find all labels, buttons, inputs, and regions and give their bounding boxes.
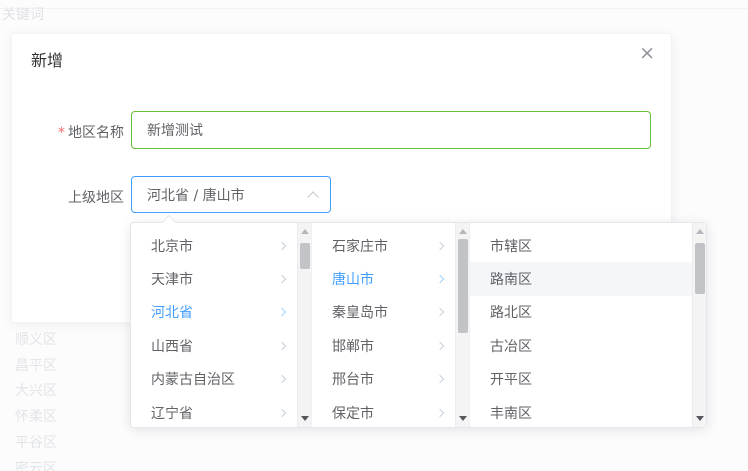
cascader-option[interactable]: 保定市 xyxy=(312,396,455,429)
cascader-option-label: 秦皇岛市 xyxy=(332,302,431,322)
scroll-up-arrow-icon[interactable] xyxy=(459,229,467,234)
chevron-right-icon xyxy=(436,375,444,383)
cascader-option[interactable]: 辽宁省 xyxy=(131,396,297,429)
cascader-option-label: 保定市 xyxy=(332,403,431,423)
cascader-option-label: 石家庄市 xyxy=(332,236,431,256)
cascader-option-label: 丰南区 xyxy=(490,403,680,423)
scroll-down-arrow-icon[interactable] xyxy=(696,416,704,421)
cascader-option[interactable]: 北京市 xyxy=(131,229,297,262)
chevron-right-icon xyxy=(278,375,286,383)
background-region-row: 怀柔区 xyxy=(15,406,57,426)
scroll-down-arrow-icon[interactable] xyxy=(301,416,309,421)
region-name-label-text: 地区名称 xyxy=(68,125,124,141)
scrollbar-track[interactable] xyxy=(297,223,311,427)
scroll-up-arrow-icon[interactable] xyxy=(301,229,309,234)
cascader-menu-items: 市辖区路南区路北区古冶区开平区丰南区 xyxy=(470,223,692,429)
cascader-option-label: 唐山市 xyxy=(332,269,431,289)
cascader-option[interactable]: 石家庄市 xyxy=(312,229,455,262)
cascader-option[interactable]: 邢台市 xyxy=(312,363,455,396)
cascader-option[interactable]: 丰南区 xyxy=(470,396,692,429)
background-region-row: 顺义区 xyxy=(15,329,57,349)
scrollbar-track[interactable] xyxy=(692,223,706,427)
cascader-option-label: 邯郸市 xyxy=(332,336,431,356)
cascader-option[interactable]: 路北区 xyxy=(470,296,692,329)
cascader-dropdown: 北京市天津市河北省山西省内蒙古自治区辽宁省石家庄市唐山市秦皇岛市邯郸市邢台市保定… xyxy=(130,222,707,428)
cascader-option-label: 开平区 xyxy=(490,369,680,389)
chevron-right-icon xyxy=(436,342,444,350)
cascader-menu-items: 北京市天津市河北省山西省内蒙古自治区辽宁省 xyxy=(131,223,297,429)
cascader-option-label: 北京市 xyxy=(151,236,273,256)
cascader-option-label: 山西省 xyxy=(151,336,273,356)
scroll-up-arrow-icon[interactable] xyxy=(696,229,704,234)
cascader-option[interactable]: 开平区 xyxy=(470,363,692,396)
scroll-down-arrow-icon[interactable] xyxy=(459,416,467,421)
chevron-right-icon xyxy=(436,408,444,416)
cascader-option[interactable]: 内蒙古自治区 xyxy=(131,363,297,396)
cascader-option[interactable]: 河北省 xyxy=(131,296,297,329)
cascader-menu-districts: 市辖区路南区路北区古冶区开平区丰南区 xyxy=(470,223,706,427)
parent-region-label-text: 上级地区 xyxy=(68,190,124,206)
parent-region-label: 上级地区 xyxy=(12,187,124,207)
scrollbar-thumb[interactable] xyxy=(300,243,310,269)
background-search-placeholder: 关键词 xyxy=(2,4,44,24)
cascader-option[interactable]: 路南区 xyxy=(470,262,692,295)
chevron-right-icon xyxy=(436,308,444,316)
chevron-right-icon xyxy=(278,408,286,416)
cascader-option[interactable]: 山西省 xyxy=(131,329,297,362)
cascader-option-label: 辽宁省 xyxy=(151,403,273,423)
cascader-option-label: 路北区 xyxy=(490,302,680,322)
chevron-right-icon xyxy=(436,241,444,249)
cascader-menu-items: 石家庄市唐山市秦皇岛市邯郸市邢台市保定市 xyxy=(312,223,455,429)
cascader-option[interactable]: 秦皇岛市 xyxy=(312,296,455,329)
cascader-option[interactable]: 唐山市 xyxy=(312,262,455,295)
cascader-option-label: 天津市 xyxy=(151,269,273,289)
cascader-option[interactable]: 市辖区 xyxy=(470,229,692,262)
cascader-option-label: 河北省 xyxy=(151,302,273,322)
cascader-option-label: 邢台市 xyxy=(332,369,431,389)
page: 关键词 北京市市辖区东城区西城区朝阳区丰台区石景山区海淀区门头沟区房山区通州区顺… xyxy=(0,0,748,471)
cascader-option[interactable]: 天津市 xyxy=(131,262,297,295)
chevron-right-icon xyxy=(278,342,286,350)
region-name-label: *地区名称 xyxy=(12,122,124,142)
scrollbar-thumb[interactable] xyxy=(458,239,468,333)
background-region-row: 昌平区 xyxy=(15,355,57,375)
required-asterisk: * xyxy=(58,125,65,141)
cascader-option-label: 市辖区 xyxy=(490,236,680,256)
region-name-input[interactable]: 新增测试 xyxy=(131,111,651,149)
cascader-menu-provinces: 北京市天津市河北省山西省内蒙古自治区辽宁省 xyxy=(131,223,312,427)
chevron-up-icon xyxy=(307,191,318,202)
chevron-right-icon xyxy=(278,241,286,249)
background-toolbar-divider xyxy=(0,8,748,9)
cascader-option[interactable]: 古冶区 xyxy=(470,329,692,362)
scrollbar-track[interactable] xyxy=(455,223,469,427)
background-region-row: 平谷区 xyxy=(15,432,57,452)
chevron-right-icon xyxy=(278,308,286,316)
dialog-title: 新增 xyxy=(31,47,63,71)
cascader-option-label: 古冶区 xyxy=(490,336,680,356)
cascader-menu-cities: 石家庄市唐山市秦皇岛市邯郸市邢台市保定市 xyxy=(312,223,470,427)
background-region-row: 大兴区 xyxy=(15,380,57,400)
scrollbar-thumb[interactable] xyxy=(695,243,705,294)
chevron-right-icon xyxy=(278,275,286,283)
background-region-row: 密云区 xyxy=(15,458,57,471)
region-name-value: 新增测试 xyxy=(147,120,203,140)
cascader-option[interactable]: 邯郸市 xyxy=(312,329,455,362)
parent-region-cascader-input[interactable]: 河北省 / 唐山市 xyxy=(131,176,331,213)
cascader-option-label: 路南区 xyxy=(490,269,680,289)
cascader-option-label: 内蒙古自治区 xyxy=(151,369,273,389)
parent-region-value: 河北省 / 唐山市 xyxy=(147,185,245,205)
chevron-right-icon xyxy=(436,275,444,283)
close-icon[interactable]: × xyxy=(639,44,655,63)
